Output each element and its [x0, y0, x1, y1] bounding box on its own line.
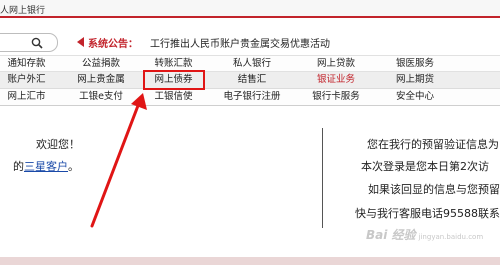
customer-level: 的三星客户。: [13, 158, 79, 174]
nav-item-bank-medical[interactable]: 银医服务: [378, 56, 452, 71]
watermark-brand: Bai 经验: [366, 228, 416, 242]
vertical-divider: [322, 128, 323, 228]
notice-label: 系统公告：: [88, 39, 138, 50]
star-customer-link[interactable]: 三星客户: [24, 160, 68, 173]
search-icon[interactable]: [31, 37, 43, 49]
nav-item-private-banking[interactable]: 私人银行: [210, 56, 294, 71]
nav-row-2: 账户外汇 网上贵金属 网上债券 结售汇 银证业务 网上期货: [0, 72, 500, 89]
nav-item-online-forex[interactable]: 网上汇市: [0, 89, 65, 105]
nav-cell-empty: [452, 72, 500, 88]
watermark-logo: Bai 经验 jingyan.baidu.com: [366, 226, 483, 243]
nav-item-ebank-register[interactable]: 电子银行注册: [210, 89, 294, 105]
watermark-url: jingyan.baidu.com: [418, 233, 484, 241]
nav-cell-empty: [452, 89, 500, 105]
nav-item-precious-metal[interactable]: 网上贵金属: [65, 72, 137, 88]
nav-item-transfer[interactable]: 转账汇款: [137, 56, 210, 71]
welcome-text: 欢迎您！: [36, 138, 80, 151]
nav-item-security-center[interactable]: 安全中心: [378, 89, 452, 105]
nav-cell-empty: [452, 56, 500, 71]
hotline-text: 快与我行客服电话95588联系: [355, 207, 500, 220]
search-input[interactable]: [0, 33, 58, 52]
window-title: 人网上银行: [0, 6, 46, 16]
nav-item-online-loan[interactable]: 网上贷款: [294, 56, 378, 71]
customer-level-suffix: 。: [68, 160, 79, 173]
notice-text[interactable]: 工行推出人民币账户贵金属交易优惠活动: [150, 35, 330, 50]
nav-item-card-service[interactable]: 银行卡服务: [294, 89, 378, 105]
customer-level-prefix: 的: [13, 160, 24, 173]
speaker-icon: [77, 37, 84, 47]
nav-item-online-futures[interactable]: 网上期货: [378, 72, 452, 88]
nav-item-e-pay[interactable]: 工银e支付: [65, 89, 137, 105]
nav-item-messenger[interactable]: 工银信使: [137, 89, 210, 105]
mismatch-warning-text: 如果该回显的信息与您预留: [368, 183, 500, 196]
nav-row-1: 通知存款 公益捐款 转账汇款 私人银行 网上贷款 银医服务: [0, 55, 500, 72]
login-count-text: 本次登录是您本日第2次访: [361, 160, 489, 173]
bottom-strip: [0, 257, 500, 265]
nav-item-fx-account[interactable]: 账户外汇: [0, 72, 65, 88]
highlight-box: [143, 70, 205, 90]
nav-item-fx-settlement[interactable]: 结售汇: [210, 72, 294, 88]
nav-item-call-deposit[interactable]: 通知存款: [0, 56, 65, 71]
nav-item-bank-securities[interactable]: 银证业务: [294, 72, 378, 88]
window-titlebar: 人网上银行: [0, 0, 500, 18]
nav-row-3: 网上汇市 工银e支付 工银信使 电子银行注册 银行卡服务 安全中心: [0, 89, 500, 106]
nav-item-charity[interactable]: 公益捐款: [65, 56, 137, 71]
reserved-info-text: 您在我行的预留验证信息为: [367, 138, 499, 151]
